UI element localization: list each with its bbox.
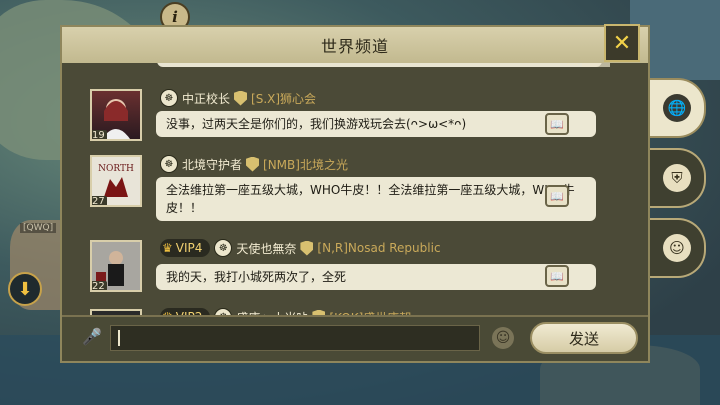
avatar-level: 22 — [92, 281, 107, 292]
avatar[interactable]: 19 — [90, 89, 142, 141]
emoji-icon[interactable]: ☺ — [492, 327, 514, 349]
microphone-icon[interactable]: 🎤 — [82, 327, 102, 349]
arrow-down-icon[interactable]: ⬇ — [8, 272, 42, 306]
globe-icon: 🌐 — [663, 94, 691, 122]
message-bubble: 我的天，我打小城死两次了，全死 — [156, 264, 596, 290]
tab-world-channel[interactable]: 🌐 — [650, 78, 706, 138]
rank-emblem-icon: ☸ — [160, 155, 178, 173]
panel-title: 世界频道 — [320, 37, 389, 56]
translate-button[interactable]: 📖 — [545, 265, 569, 287]
sender-guild[interactable]: [N,R]Nosad Republic — [317, 241, 440, 255]
translate-icon: 📖 — [550, 117, 564, 131]
avatar-level: 19 — [92, 130, 107, 141]
translate-button[interactable]: 📖 — [545, 185, 569, 207]
chat-input-bar: 🎤 ☺ 发送 — [62, 315, 648, 361]
panel-header: 世界频道 ✕ — [62, 24, 648, 65]
guild-shield-icon — [300, 240, 314, 256]
sender-name[interactable]: 中正校长 — [182, 90, 230, 107]
sender-name[interactable]: 天使也無奈 — [236, 240, 296, 257]
sender-name[interactable]: 北境守护者 — [182, 156, 242, 173]
avatar[interactable]: 22 — [90, 240, 142, 292]
previous-message-bubble — [157, 63, 602, 67]
translate-button[interactable]: 📖 — [545, 113, 569, 135]
crown-icon: ♛ — [162, 241, 173, 255]
sender-row: ☸ 北境守护者 [NMB]北境之光 — [160, 154, 348, 174]
guild-shield-icon — [246, 156, 260, 172]
close-icon: ✕ — [612, 30, 632, 56]
avatar-level: 21 — [566, 63, 579, 68]
message-text: 全法维拉第一座五级大城，WHO牛皮！！全法维拉第一座五级大城，WHO牛皮！！ — [166, 183, 575, 215]
rank-emblem-icon: ☸ — [160, 89, 178, 107]
sender-guild[interactable]: [S.X]狮心会 — [251, 90, 316, 107]
avatar-level: 27 — [92, 196, 107, 207]
previous-message-attachment — [582, 63, 610, 67]
message-list[interactable]: 21 19 ☸ 中正校长 [S.X]狮心会 没事，过两天全是你们的，我们换游戏玩… — [62, 63, 648, 321]
person-chat-icon: ☺ — [663, 234, 691, 262]
chat-input[interactable] — [110, 325, 480, 351]
translate-icon: 📖 — [550, 189, 564, 203]
text-caret — [118, 330, 120, 346]
message-bubble: 全法维拉第一座五级大城，WHO牛皮！！全法维拉第一座五级大城，WHO牛皮！！ — [156, 177, 596, 221]
translate-icon: 📖 — [550, 269, 564, 283]
avatar[interactable]: NORTH 27 — [90, 155, 142, 207]
guild-shield-icon — [234, 90, 248, 106]
alliance-shield-icon: ⛨ — [663, 164, 691, 192]
message-text: 我的天，我打小城死两次了，全死 — [166, 270, 347, 284]
send-button[interactable]: 发送 — [530, 322, 638, 354]
rank-emblem-icon: ☸ — [214, 239, 233, 257]
avatar-logo-text: NORTH — [98, 164, 134, 174]
chat-panel: 世界频道 ✕ 21 19 ☸ 中正校长 [S.X]狮心会 — [60, 24, 650, 363]
tab-alliance-channel[interactable]: ⛨ — [650, 148, 706, 208]
sender-row: ☸ 中正校长 [S.X]狮心会 — [160, 88, 316, 108]
message-text: 没事，过两天全是你们的，我们换游戏玩会去(ᴖ>ω<*ᴖ) — [166, 117, 467, 131]
map-city-label: [QWQ] — [20, 223, 57, 233]
vip-badge: ♛ VIP4 — [160, 239, 211, 257]
sender-guild[interactable]: [NMB]北境之光 — [263, 156, 348, 173]
tab-private-chat[interactable]: ☺ — [650, 218, 706, 278]
message-bubble: 没事，过两天全是你们的，我们换游戏玩会去(ᴖ>ω<*ᴖ) — [156, 111, 596, 137]
sender-row: ♛ VIP4 ☸ 天使也無奈 [N,R]Nosad Republic — [160, 238, 441, 258]
vip-level: VIP4 — [175, 241, 203, 255]
close-button[interactable]: ✕ — [604, 24, 640, 62]
